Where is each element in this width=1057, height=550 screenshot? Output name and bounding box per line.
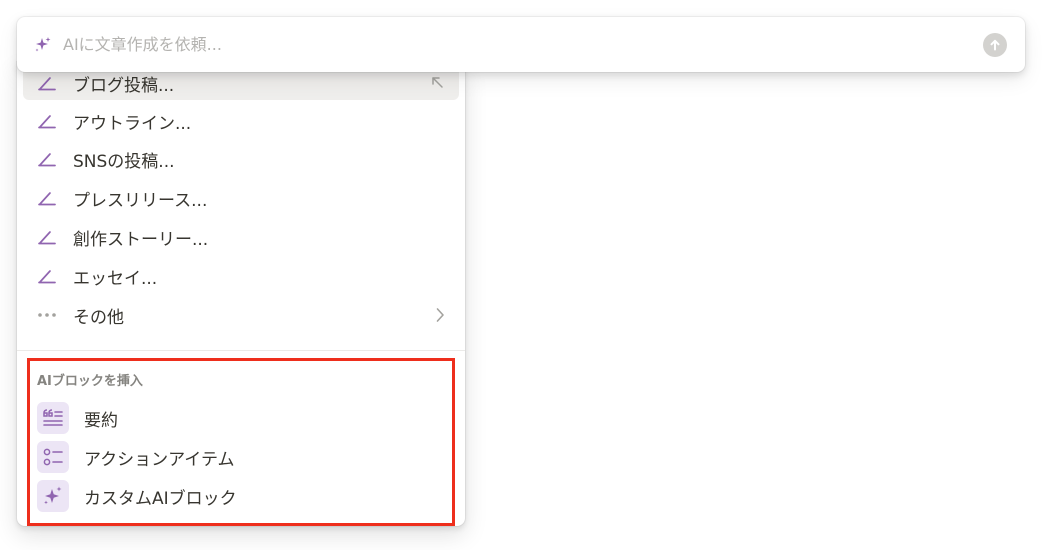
menu-item-creative-story[interactable]: 創作ストーリー... [23,220,459,254]
menu-item-more[interactable]: その他 [23,298,459,332]
arrow-up-icon [990,39,1000,50]
ai-blocks-section-heading: AIブロックを挿入 [37,374,143,389]
pen-line-icon [37,73,61,93]
ellipsis-icon [37,305,61,325]
menu-item-outline[interactable]: アウトライン... [23,104,459,138]
ai-block-label: カスタムAIブロック [84,488,237,509]
checklist-icon [37,441,69,473]
menu-divider [17,350,465,351]
sparkle-icon [33,35,53,55]
ai-block-label: アクションアイテム [84,449,235,470]
sparkle-icon [37,480,69,512]
menu-item-label: SNSの投稿... [73,151,175,172]
ai-prompt-input[interactable] [63,29,983,60]
menu-item-label: エッセイ... [73,268,158,289]
menu-item-label: その他 [73,307,124,328]
pen-line-icon [37,188,61,208]
pen-line-icon [37,111,61,131]
ai-writer-screen: ブログ投稿... アウトライン... [0,0,1057,550]
menu-item-label: アウトライン... [73,113,192,134]
menu-item-press-release[interactable]: プレスリリース... [23,181,459,215]
ai-block-summary[interactable]: 要約 [31,400,451,436]
ai-block-custom[interactable]: カスタムAIブロック [31,478,451,514]
ai-prompt-bar [17,17,1025,72]
summary-quote-icon [37,402,69,434]
pen-line-icon [37,227,61,247]
menu-item-label: ブログ投稿... [73,75,175,96]
menu-item-sns-post[interactable]: SNSの投稿... [23,142,459,176]
enter-arrow-icon [431,76,445,90]
pen-line-icon [37,149,61,169]
ai-block-action-items[interactable]: アクションアイテム [31,439,451,475]
pen-line-icon [37,266,61,286]
submit-button[interactable] [983,32,1007,57]
ai-block-label: 要約 [84,410,118,431]
menu-item-label: プレスリリース... [73,190,208,211]
chevron-right-icon [435,307,445,323]
ai-suggestion-menu: ブログ投稿... アウトライン... SNSの投稿... プレスリリース... … [17,62,465,526]
menu-item-essay[interactable]: エッセイ... [23,259,459,293]
menu-item-label: 創作ストーリー... [73,229,209,250]
